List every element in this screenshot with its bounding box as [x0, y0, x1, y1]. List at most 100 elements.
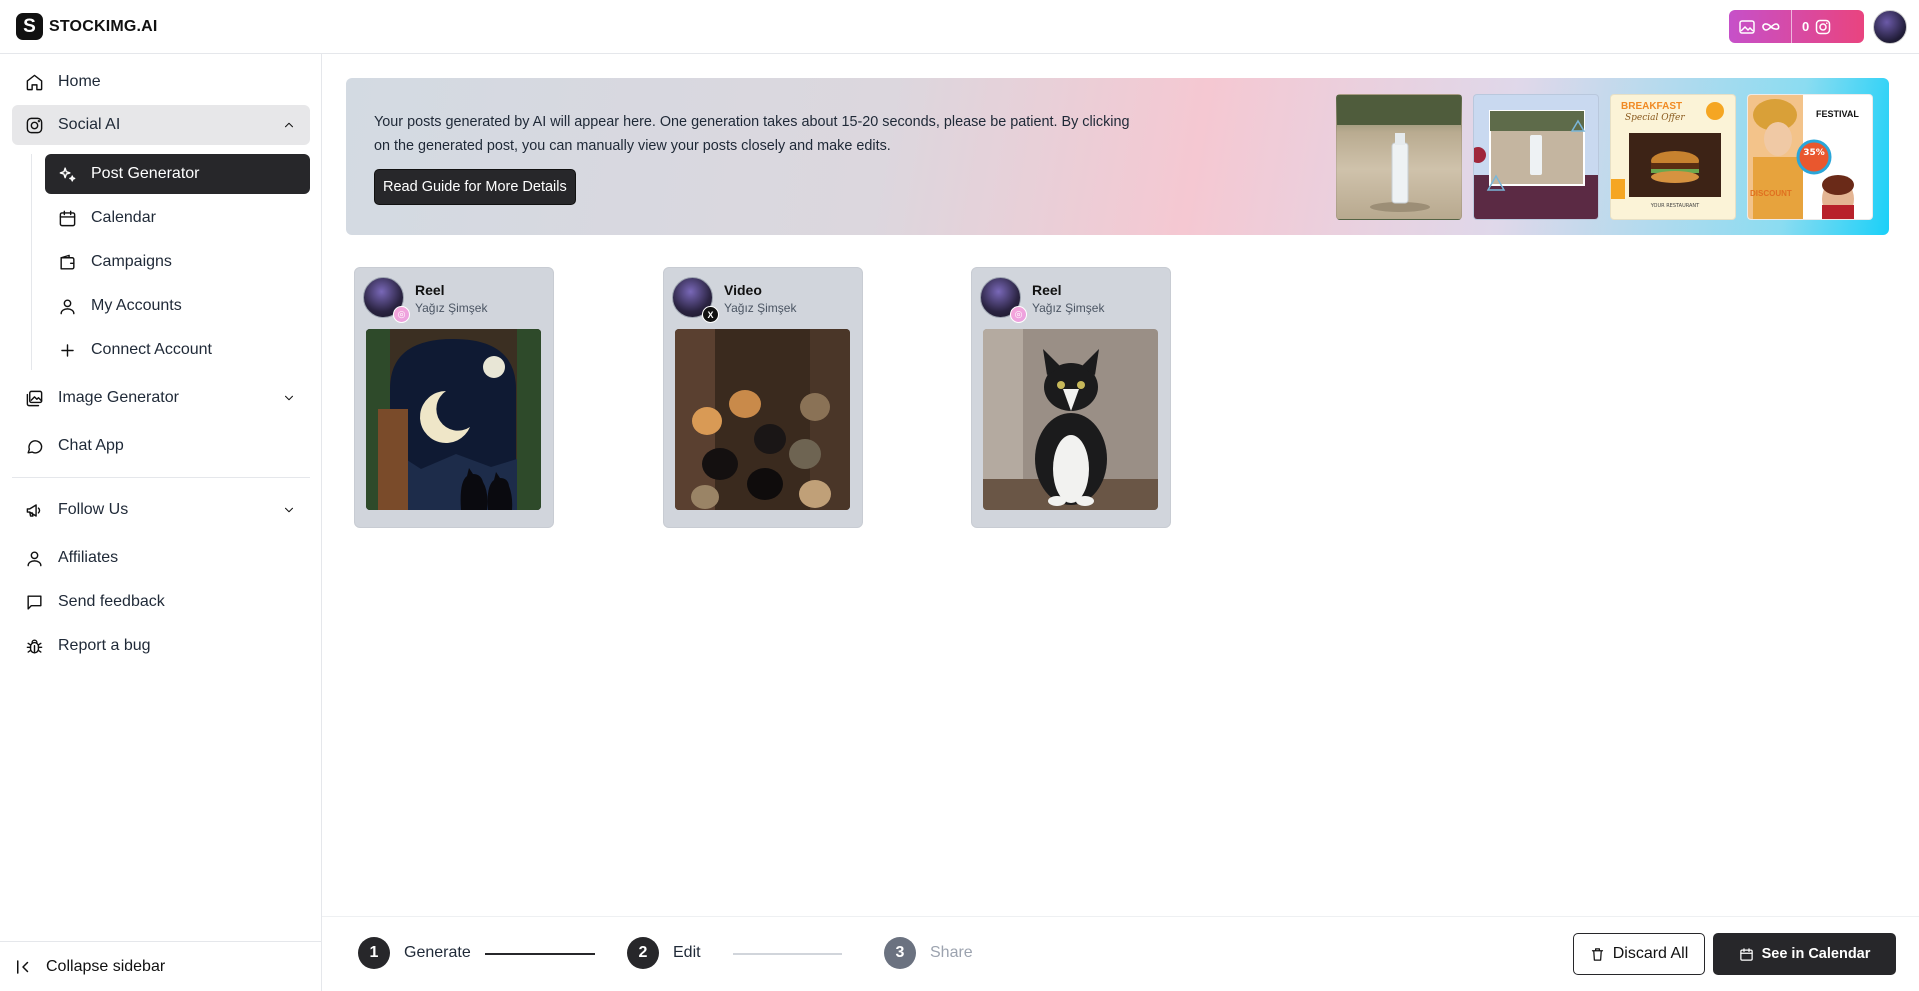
cat-group-image [675, 329, 850, 510]
festival-discount: DISCOUNT [1750, 189, 1792, 198]
images-icon [26, 390, 43, 406]
instagram-badge-icon: ◎ [1010, 306, 1027, 323]
credits-badge[interactable]: 0 [1729, 10, 1864, 43]
post-card-3[interactable]: ◎ Reel Yağız Şimşek [971, 267, 1171, 528]
step-edit[interactable]: 2 Edit [627, 937, 701, 969]
burger-image: YOUR RESTAURANT [1611, 102, 1724, 209]
step-number: 1 [358, 937, 390, 969]
sidebar-item-connect-account[interactable]: Connect Account [45, 330, 310, 370]
sidebar-item-label: Chat App [58, 437, 124, 454]
instagram-badge-icon: ◎ [393, 306, 410, 323]
sidebar-item-label: Home [58, 73, 101, 90]
post-image-cat-group[interactable] [675, 329, 850, 510]
discard-all-button[interactable]: Discard All [1573, 933, 1705, 975]
instagram-icon [1815, 19, 1831, 34]
sparkles-icon [59, 166, 76, 182]
instagram-icon [26, 117, 43, 133]
logo-text: STOCKIMG.AI [49, 17, 158, 35]
sidebar-item-label: Calendar [91, 209, 156, 226]
sidebar-item-label: Image Generator [58, 389, 179, 406]
footer-stepper: 1 Generate 2 Edit 3 Share Discard All Se… [322, 916, 1919, 991]
image-icon [1739, 19, 1755, 34]
bottle-ad-image [1474, 110, 1598, 219]
sidebar-item-calendar[interactable]: Calendar [45, 198, 310, 238]
example-thumbnail-breakfast[interactable]: BREAKFAST Special Offer YOUR RESTAURANT [1610, 94, 1736, 220]
post-type: Reel [415, 282, 445, 298]
user-icon [60, 298, 75, 314]
example-thumbnail-festival[interactable]: 35% FESTIVAL DISCOUNT [1747, 94, 1873, 220]
sidebar-item-report-bug[interactable]: Report a bug [12, 626, 310, 666]
user-avatar[interactable] [1873, 10, 1907, 44]
sidebar-item-label: Post Generator [91, 165, 200, 182]
home-icon [26, 74, 43, 90]
sidebar-item-campaigns[interactable]: Campaigns [45, 242, 310, 282]
festival-title: FESTIVAL [1816, 109, 1859, 119]
post-user: Yağız Şimşek [1032, 301, 1105, 315]
sidebar-item-label: Social AI [58, 116, 121, 133]
top-bar: S STOCKIMG.AI 0 [0, 0, 1919, 54]
trash-icon [1591, 947, 1603, 961]
sidebar-item-post-generator[interactable]: Post Generator [45, 154, 310, 194]
sidebar-item-affiliates[interactable]: Affiliates [12, 538, 310, 578]
logo-mark: S [16, 13, 43, 40]
sidebar-divider [12, 477, 310, 478]
wallet-icon [60, 254, 75, 270]
info-banner: Your posts generated by AI will appear h… [346, 78, 1889, 235]
sidebar-item-follow-us[interactable]: Follow Us [12, 490, 310, 530]
step-share[interactable]: 3 Share [884, 937, 973, 969]
chat-icon [27, 439, 43, 454]
post-image-tuxedo-cat[interactable] [983, 329, 1158, 510]
banner-text: Your posts generated by AI will appear h… [374, 114, 1130, 154]
infinity-icon [1762, 22, 1780, 31]
post-image-night-cats[interactable] [366, 329, 541, 510]
read-guide-button[interactable]: Read Guide for More Details [374, 169, 576, 205]
image-credits[interactable] [1729, 10, 1791, 43]
chevron-down-icon [284, 507, 294, 513]
sidebar-item-label: Send feedback [58, 593, 165, 610]
see-in-calendar-button[interactable]: See in Calendar [1713, 933, 1896, 975]
svg-text:YOUR RESTAURANT: YOUR RESTAURANT [1650, 203, 1700, 209]
see-calendar-label: See in Calendar [1761, 946, 1871, 962]
post-user: Yağız Şimşek [724, 301, 797, 315]
sidebar-item-label: My Accounts [91, 297, 182, 314]
example-thumbnail-bottle[interactable] [1336, 94, 1462, 220]
message-square-icon [27, 594, 42, 610]
plus-icon [61, 343, 74, 357]
post-card-1[interactable]: ◎ Reel Yağız Şimşek [354, 267, 554, 528]
step-label: Generate [404, 944, 471, 961]
sidebar-item-home[interactable]: Home [12, 62, 310, 102]
sidebar-item-label: Connect Account [91, 341, 212, 358]
sidebar: Home Social AI Post Generator Calendar C… [0, 54, 322, 991]
sidebar-item-label: Affiliates [58, 549, 119, 566]
step-number: 2 [627, 937, 659, 969]
post-user: Yağız Şimşek [415, 301, 488, 315]
sidebar-item-label: Campaigns [91, 253, 172, 270]
step-number: 3 [884, 937, 916, 969]
sidebar-item-social-ai[interactable]: Social AI [12, 105, 310, 145]
sidebar-item-send-feedback[interactable]: Send feedback [12, 582, 310, 622]
sidebar-item-my-accounts[interactable]: My Accounts [45, 286, 310, 326]
collapse-icon [17, 959, 29, 974]
discard-label: Discard All [1612, 945, 1689, 962]
night-cats-image [366, 329, 541, 510]
chevron-up-icon [284, 122, 294, 128]
user-icon [27, 550, 42, 566]
example-thumbnail-bottle-ad[interactable] [1473, 94, 1599, 220]
submenu-line [31, 154, 32, 370]
tuxedo-cat-image [983, 329, 1158, 510]
post-type: Reel [1032, 282, 1062, 298]
instagram-credits[interactable]: 0 [1792, 10, 1841, 43]
x-badge-icon: X [702, 306, 719, 323]
sidebar-item-chat-app[interactable]: Chat App [12, 426, 310, 466]
step-label: Share [930, 944, 973, 961]
sidebar-item-label: Report a bug [58, 637, 151, 654]
bottle-image [1337, 95, 1461, 212]
post-card-2[interactable]: X Video Yağız Şimşek [663, 267, 863, 528]
step-generate[interactable]: 1 Generate [358, 937, 471, 969]
logo[interactable]: S STOCKIMG.AI [16, 13, 158, 40]
chevron-down-icon [284, 395, 294, 401]
collapse-sidebar-button[interactable]: Collapse sidebar [0, 941, 322, 991]
calendar-icon [59, 210, 76, 226]
sidebar-item-image-generator[interactable]: Image Generator [12, 378, 310, 418]
svg-text:35%: 35% [1803, 148, 1825, 158]
